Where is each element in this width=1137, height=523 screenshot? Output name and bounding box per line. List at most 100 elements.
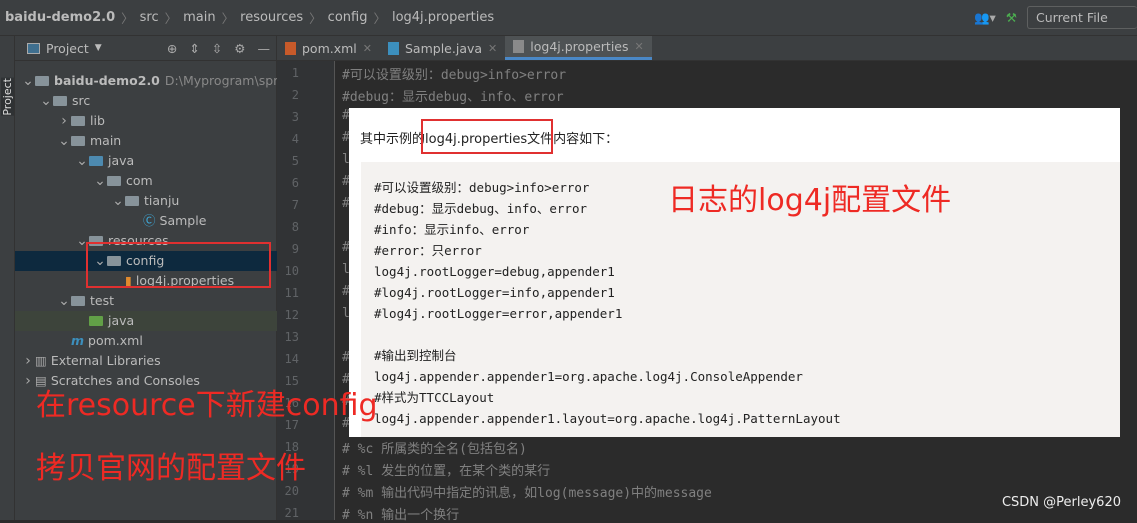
project-view-icon: [27, 42, 40, 54]
snippet-line: [374, 324, 1120, 345]
tree-item[interactable]: › lib: [15, 111, 277, 131]
breadcrumb-item[interactable]: resources: [240, 10, 303, 25]
code-line[interactable]: #可以设置级别：debug>info>error: [342, 64, 566, 83]
annotation-step2: 拷贝官网的配置文件: [36, 451, 306, 486]
tab-label: pom.xml: [302, 40, 357, 56]
line-number: 8: [291, 220, 299, 234]
project-panel-header: Project ▼ ⊕ ⇕ ⇳ ⚙ —: [15, 36, 276, 61]
tree-item[interactable]: Ⓒ Sample: [15, 211, 277, 231]
close-icon[interactable]: ✕: [363, 42, 372, 55]
tree-item[interactable]: › ▥ External Libraries: [15, 351, 277, 371]
breadcrumb-separator: 〉: [164, 11, 178, 26]
chevron-down-icon[interactable]: ▼: [95, 43, 102, 53]
folder-icon: [107, 176, 121, 186]
editor-tabs: pom.xml ✕ Sample.java ✕ log4j.properties ✕: [277, 36, 1137, 61]
chevron-down-icon[interactable]: ⌄: [111, 191, 125, 211]
line-number: 21: [284, 506, 299, 520]
tree-item[interactable]: ⌄ baidu-demo2.0 D:\Myprogram\spring: [15, 71, 297, 91]
module-icon: [35, 76, 49, 86]
breadcrumb-item[interactable]: baidu-demo2.0: [5, 10, 115, 25]
gear-icon[interactable]: ⚙: [234, 41, 245, 56]
folder-green-icon: [89, 316, 103, 326]
maven-icon: m: [71, 333, 85, 348]
run-configuration-select[interactable]: Current File: [1027, 6, 1137, 29]
project-tool-window-button[interactable]: Project: [1, 78, 14, 116]
code-line[interactable]: # %n 输出一个换行: [342, 504, 459, 523]
tree-item-label: com: [126, 173, 153, 188]
folder-icon: [71, 136, 85, 146]
tab-label: Sample.java: [405, 40, 483, 56]
tree-item-label: tianju: [144, 193, 180, 208]
chevron-down-icon[interactable]: ⌄: [21, 71, 35, 91]
folder-icon: [125, 196, 139, 206]
tree-item-label: java: [108, 313, 135, 328]
close-icon[interactable]: ✕: [488, 42, 497, 55]
tree-item-label: External Libraries: [50, 353, 161, 368]
code-line[interactable]: #debug：显示debug、info、error: [342, 86, 564, 105]
tree-item[interactable]: ⌄ com: [15, 171, 277, 191]
xml-file-icon: [285, 41, 296, 55]
code-line[interactable]: # %l 发生的位置，在某个类的某行: [342, 460, 550, 479]
chevron-right-icon[interactable]: ›: [21, 371, 35, 391]
breadcrumb-separator: 〉: [121, 11, 134, 26]
line-number: 12: [284, 308, 299, 322]
properties-file-icon: [513, 40, 525, 53]
tab-pom-xml[interactable]: pom.xml ✕: [277, 36, 380, 60]
user-icon[interactable]: 👥▾: [974, 10, 996, 26]
project-view-select[interactable]: Project: [46, 41, 89, 56]
highlight-box-config: [86, 242, 271, 288]
line-number: 7: [291, 198, 299, 212]
tab-label: log4j.properties: [530, 39, 629, 54]
folder-icon: [53, 96, 67, 106]
build-hammer-icon[interactable]: ⚒: [1006, 10, 1017, 25]
expand-all-icon[interactable]: ⇕: [189, 41, 199, 56]
breadcrumb-item[interactable]: config: [328, 10, 368, 25]
hide-icon[interactable]: —: [258, 41, 271, 56]
close-icon[interactable]: ✕: [635, 40, 644, 53]
chevron-right-icon[interactable]: ›: [21, 351, 35, 371]
tree-item[interactable]: ⌄ src: [15, 91, 277, 111]
breadcrumb-separator: 〉: [309, 11, 322, 26]
tree-item-label: test: [90, 293, 115, 308]
chevron-down-icon[interactable]: ⌄: [57, 131, 71, 151]
tree-item[interactable]: ⌄ java: [15, 151, 277, 171]
tree-item[interactable]: ⌄ test: [15, 291, 277, 311]
tree-item-label: pom.xml: [88, 333, 143, 348]
tree-item-label: Sample: [159, 213, 207, 228]
breadcrumb-item[interactable]: log4j.properties: [392, 10, 494, 25]
snippet-line: log4j.appender.appender1.layout=org.apac…: [374, 411, 841, 426]
code-line[interactable]: # %m 输出代码中指定的讯息，如log(message)中的message: [342, 482, 712, 501]
tab-Sample-java[interactable]: Sample.java ✕: [380, 36, 505, 60]
line-number: 6: [291, 176, 299, 190]
line-number: 3: [291, 110, 299, 124]
annotation-title: 日志的log4j配置文件: [668, 183, 952, 218]
chevron-down-icon[interactable]: ⌄: [39, 91, 53, 111]
tree-item-label: baidu-demo2.0: [54, 73, 160, 88]
breadcrumb-item[interactable]: src: [140, 10, 159, 25]
code-line[interactable]: # %c 所属类的全名(包括包名): [342, 438, 527, 457]
breadcrumb-item[interactable]: main: [183, 10, 215, 25]
tree-item[interactable]: ⌄ tianju: [15, 191, 277, 211]
collapse-all-icon[interactable]: ⇳: [212, 41, 222, 56]
tab-log4j-properties[interactable]: log4j.properties ✕: [505, 36, 652, 60]
libraries-icon: ▥: [35, 353, 47, 368]
snippet-line: #log4j.rootLogger=error,appender1: [374, 306, 623, 321]
tree-item[interactable]: java: [15, 311, 277, 331]
tree-item[interactable]: m pom.xml: [15, 331, 277, 351]
line-number: 4: [291, 132, 299, 146]
chevron-down-icon[interactable]: ⌄: [57, 291, 71, 311]
line-number: 9: [291, 242, 299, 256]
tree-item[interactable]: ⌄ main: [15, 131, 277, 151]
tree-item-label: java: [108, 153, 135, 168]
locate-icon[interactable]: ⊕: [167, 41, 177, 56]
line-number: 2: [291, 88, 299, 102]
java-file-icon: [388, 41, 399, 55]
chevron-right-icon[interactable]: ›: [57, 111, 71, 131]
snippet-line: #样式为TTCCLayout: [374, 390, 495, 405]
snippet-line: #log4j.rootLogger=info,appender1: [374, 285, 615, 300]
chevron-down-icon[interactable]: ⌄: [75, 151, 89, 171]
chevron-down-icon[interactable]: ⌄: [93, 171, 107, 191]
line-number: 5: [291, 154, 299, 168]
snippet-line: log4j.appender.appender1=org.apache.log4…: [374, 369, 803, 384]
snippet-line: #输出到控制台: [374, 348, 457, 363]
